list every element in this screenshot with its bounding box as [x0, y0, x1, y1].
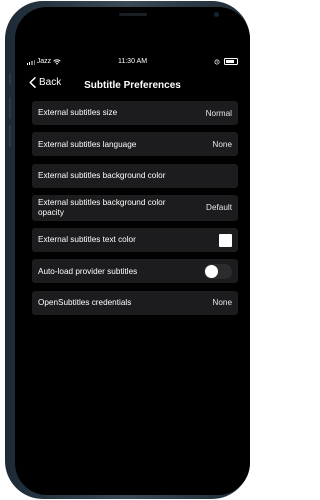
setting-label: Auto-load provider subtitles	[38, 266, 138, 276]
toggle-knob	[205, 264, 218, 278]
screen: Jazz 11:30 AM Back Subtitle Preferences …	[15, 7, 250, 495]
setting-label: External subtitles text color	[38, 235, 136, 245]
notch	[73, 7, 219, 29]
setting-value: Default	[206, 203, 232, 213]
battery-icon	[224, 58, 238, 65]
status-right-group	[214, 58, 238, 65]
setting-label: External subtitles size	[38, 108, 118, 118]
home-indicator	[92, 484, 173, 487]
setting-subtitles-size[interactable]: External subtitles size Normal	[32, 101, 238, 125]
mute-switch	[9, 73, 11, 85]
setting-text-color[interactable]: External subtitles text color	[32, 228, 238, 253]
navigation-bar: Back Subtitle Preferences	[15, 75, 250, 95]
setting-value: None	[212, 139, 232, 149]
setting-value: Normal	[205, 108, 232, 118]
volume-up-button	[9, 97, 11, 119]
setting-label: External subtitles background color	[38, 170, 166, 180]
setting-label: External subtitles background color opac…	[38, 198, 166, 217]
status-bar: Jazz 11:30 AM	[15, 57, 250, 69]
front-camera	[213, 12, 219, 17]
chevron-left-icon	[29, 77, 36, 88]
back-button[interactable]: Back	[29, 77, 61, 88]
setting-auto-load-subtitles[interactable]: Auto-load provider subtitles	[32, 259, 238, 284]
color-swatch[interactable]	[219, 233, 232, 247]
auto-load-toggle[interactable]	[204, 263, 232, 279]
volume-down-button	[9, 125, 11, 147]
speaker-grille	[118, 13, 147, 16]
alarm-icon	[214, 58, 220, 65]
setting-label: OpenSubtitles credentials	[38, 298, 132, 308]
back-label: Back	[39, 77, 62, 88]
setting-value: None	[212, 298, 232, 308]
setting-subtitles-language[interactable]: External subtitles language None	[32, 132, 238, 157]
setting-opensubtitles-credentials[interactable]: OpenSubtitles credentials None	[32, 290, 238, 315]
setting-background-opacity[interactable]: External subtitles background color opac…	[32, 194, 238, 221]
setting-background-color[interactable]: External subtitles background color	[32, 163, 238, 188]
settings-list: External subtitles size Normal External …	[32, 101, 238, 322]
phone-frame: Jazz 11:30 AM Back Subtitle Preferences …	[5, 1, 250, 499]
setting-label: External subtitles language	[38, 139, 137, 149]
